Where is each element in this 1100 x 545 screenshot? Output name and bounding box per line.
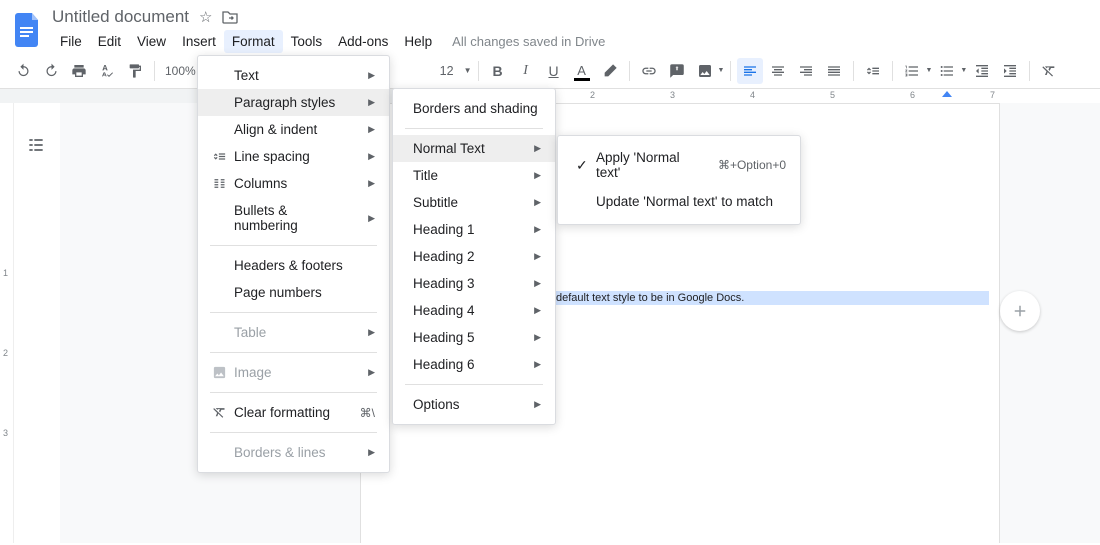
move-folder-icon[interactable] bbox=[222, 10, 238, 24]
font-size-input[interactable]: 12▼ bbox=[434, 64, 472, 78]
menu-view[interactable]: View bbox=[129, 30, 174, 53]
bulleted-dropdown-icon[interactable]: ▼ bbox=[960, 67, 967, 74]
explore-button[interactable] bbox=[1000, 291, 1040, 331]
insert-image-button[interactable] bbox=[692, 58, 718, 84]
menu-heading-5[interactable]: Heading 5▶ bbox=[393, 324, 555, 351]
increase-indent-button[interactable] bbox=[997, 58, 1023, 84]
image-dropdown-icon[interactable]: ▼ bbox=[718, 67, 725, 74]
menu-heading-2[interactable]: Heading 2▶ bbox=[393, 243, 555, 270]
menu-borders-shading[interactable]: Borders and shading bbox=[393, 95, 555, 122]
menu-align-indent[interactable]: Align & indent▶ bbox=[198, 116, 389, 143]
menu-normal-text[interactable]: Normal Text▶ bbox=[393, 135, 555, 162]
numbered-dropdown-icon[interactable]: ▼ bbox=[925, 67, 932, 74]
print-button[interactable] bbox=[66, 58, 92, 84]
menu-columns[interactable]: Columns▶ bbox=[198, 170, 389, 197]
menu-paragraph-styles[interactable]: Paragraph styles▶ bbox=[198, 89, 389, 116]
star-icon[interactable]: ☆ bbox=[199, 8, 212, 26]
menu-image: Image▶ bbox=[198, 359, 389, 386]
undo-button[interactable] bbox=[10, 58, 36, 84]
check-icon: ✓ bbox=[576, 157, 596, 174]
menu-heading-1[interactable]: Heading 1▶ bbox=[393, 216, 555, 243]
menu-apply-normal[interactable]: ✓Apply 'Normal text'⌘+Option+0 bbox=[558, 144, 800, 186]
menu-heading-3[interactable]: Heading 3▶ bbox=[393, 270, 555, 297]
menu-addons[interactable]: Add-ons bbox=[330, 30, 396, 53]
bulleted-list-button[interactable] bbox=[934, 58, 960, 84]
clear-format-button[interactable] bbox=[1036, 58, 1062, 84]
menu-format[interactable]: Format bbox=[224, 30, 283, 53]
menu-heading-4[interactable]: Heading 4▶ bbox=[393, 297, 555, 324]
menu-title[interactable]: Title▶ bbox=[393, 162, 555, 189]
align-center-button[interactable] bbox=[765, 58, 791, 84]
normal-text-menu: ✓Apply 'Normal text'⌘+Option+0 Update 'N… bbox=[557, 135, 801, 225]
line-spacing-icon bbox=[212, 149, 234, 164]
spellcheck-button[interactable] bbox=[94, 58, 120, 84]
menu-headers-footers[interactable]: Headers & footers bbox=[198, 252, 389, 279]
clear-icon bbox=[212, 405, 234, 420]
text-color-button[interactable]: A bbox=[569, 58, 595, 84]
menu-update-normal[interactable]: Update 'Normal text' to match bbox=[558, 186, 800, 216]
menu-subtitle[interactable]: Subtitle▶ bbox=[393, 189, 555, 216]
menu-tools[interactable]: Tools bbox=[283, 30, 331, 53]
menu-text[interactable]: Text▶ bbox=[198, 62, 389, 89]
decrease-indent-button[interactable] bbox=[969, 58, 995, 84]
menu-page-numbers[interactable]: Page numbers bbox=[198, 279, 389, 306]
insert-link-button[interactable] bbox=[636, 58, 662, 84]
align-justify-button[interactable] bbox=[821, 58, 847, 84]
docs-logo[interactable] bbox=[10, 12, 46, 48]
italic-button[interactable]: I bbox=[513, 58, 539, 84]
menu-clear-formatting[interactable]: Clear formatting⌘\ bbox=[198, 399, 389, 426]
document-title[interactable]: Untitled document bbox=[52, 7, 189, 27]
body-text[interactable]: default text style to be in Google Docs. bbox=[555, 291, 989, 305]
menu-insert[interactable]: Insert bbox=[174, 30, 224, 53]
menu-options[interactable]: Options▶ bbox=[393, 391, 555, 418]
save-status: All changes saved in Drive bbox=[452, 34, 605, 49]
align-right-button[interactable] bbox=[793, 58, 819, 84]
align-left-button[interactable] bbox=[737, 58, 763, 84]
insert-comment-button[interactable] bbox=[664, 58, 690, 84]
menubar: File Edit View Insert Format Tools Add-o… bbox=[52, 30, 605, 53]
right-indent-marker[interactable] bbox=[942, 91, 952, 101]
vertical-ruler[interactable]: 1 2 3 bbox=[0, 103, 14, 543]
highlight-button[interactable] bbox=[597, 58, 623, 84]
menu-file[interactable]: File bbox=[52, 30, 90, 53]
outline-toggle-icon[interactable] bbox=[26, 135, 48, 157]
menu-edit[interactable]: Edit bbox=[90, 30, 129, 53]
redo-button[interactable] bbox=[38, 58, 64, 84]
menu-help[interactable]: Help bbox=[396, 30, 440, 53]
menu-bullets-numbering[interactable]: Bullets & numbering▶ bbox=[198, 197, 389, 239]
bold-button[interactable]: B bbox=[485, 58, 511, 84]
toolbar: 100%▼ 12▼ B I U A ▼ ▼ ▼ bbox=[0, 53, 1100, 89]
menu-heading-6[interactable]: Heading 6▶ bbox=[393, 351, 555, 378]
image-icon bbox=[212, 365, 234, 380]
format-menu: Text▶ Paragraph styles▶ Align & indent▶ … bbox=[197, 55, 390, 473]
line-spacing-button[interactable] bbox=[860, 58, 886, 84]
menu-line-spacing[interactable]: Line spacing▶ bbox=[198, 143, 389, 170]
paragraph-styles-menu: Borders and shading Normal Text▶ Title▶ … bbox=[392, 88, 556, 425]
paint-format-button[interactable] bbox=[122, 58, 148, 84]
columns-icon bbox=[212, 176, 234, 191]
underline-button[interactable]: U bbox=[541, 58, 567, 84]
menu-borders-lines: Borders & lines▶ bbox=[198, 439, 389, 466]
menu-table: Table▶ bbox=[198, 319, 389, 346]
numbered-list-button[interactable] bbox=[899, 58, 925, 84]
